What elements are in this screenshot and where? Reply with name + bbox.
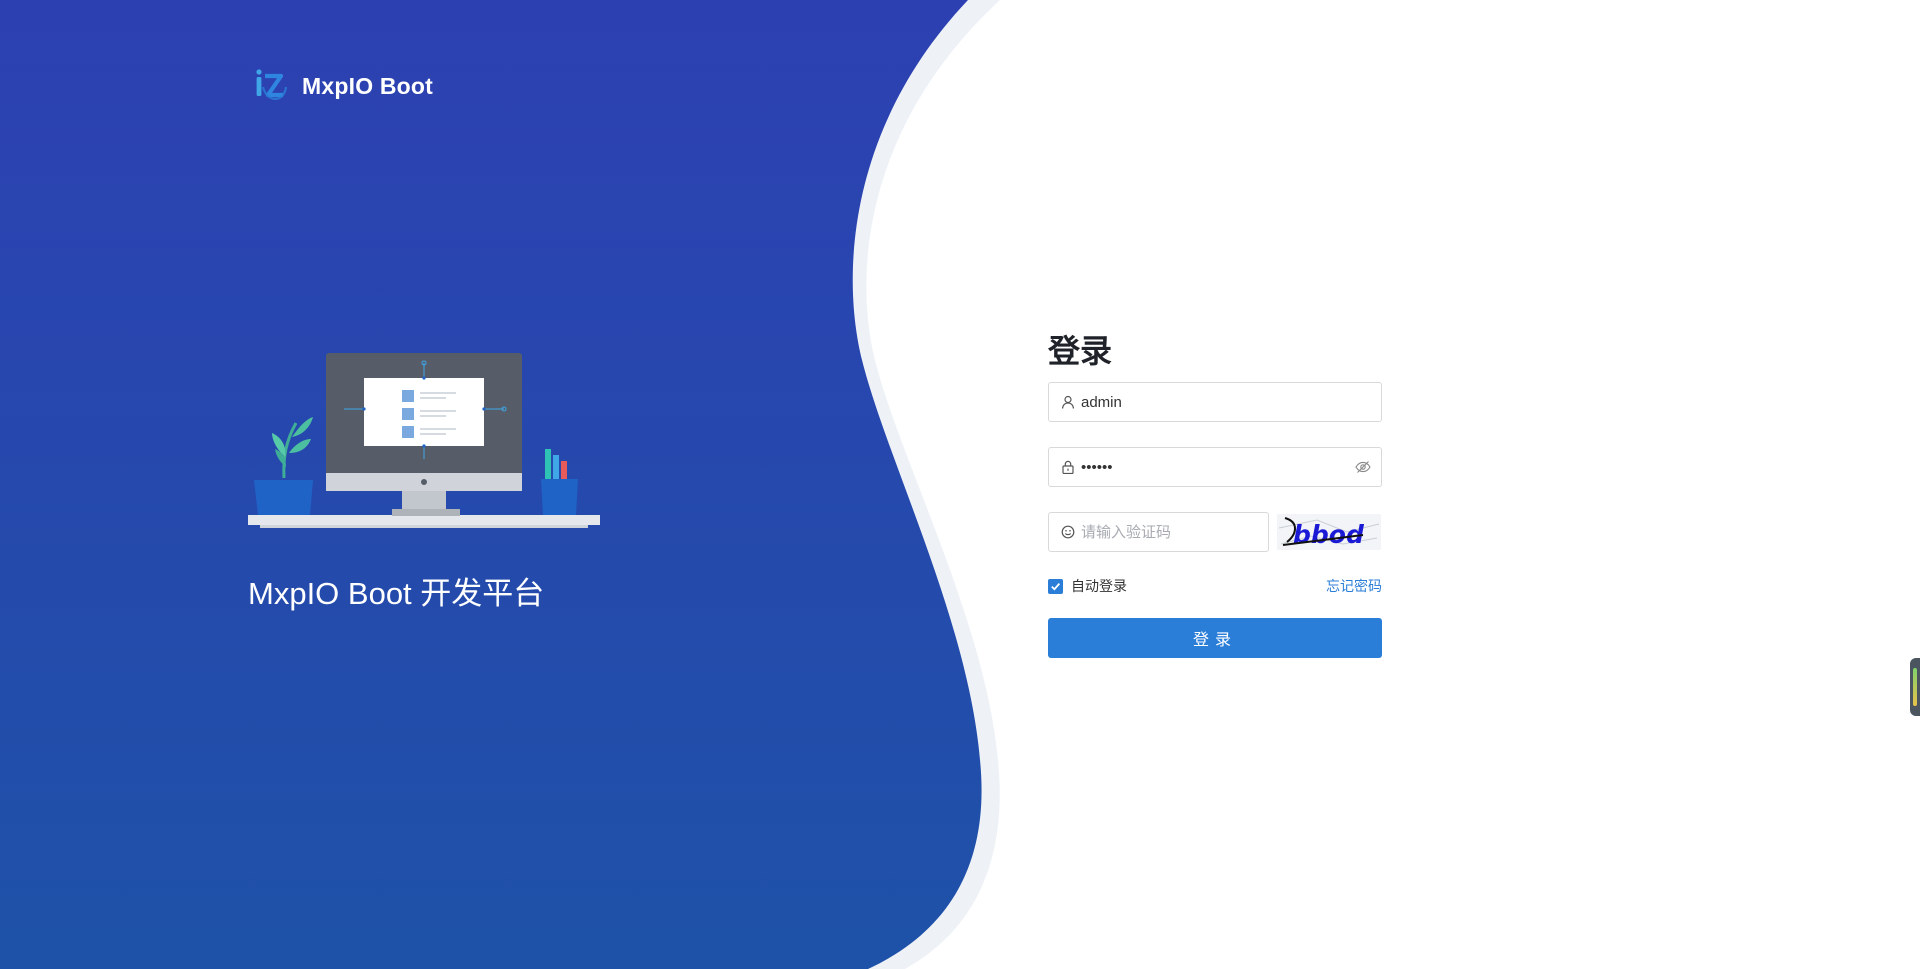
captcha-input[interactable] bbox=[1081, 514, 1280, 550]
checkbox-checked-icon[interactable] bbox=[1048, 578, 1063, 594]
lock-icon bbox=[1062, 460, 1074, 474]
username-input[interactable] bbox=[1081, 384, 1371, 420]
brand: MxpIO Boot bbox=[254, 66, 433, 106]
desktop-computer-illustration bbox=[248, 353, 600, 528]
password-input[interactable] bbox=[1081, 449, 1355, 485]
username-field[interactable] bbox=[1048, 382, 1382, 422]
captcha-icon bbox=[1061, 525, 1075, 539]
forgot-password-link[interactable]: 忘记密码 bbox=[1326, 576, 1382, 596]
login-form: 登录 admin 请输入验证码 bbod 自动登录 忘记密码 登录 bbox=[1048, 330, 1382, 658]
remember-me-checkbox[interactable]: 自动登录 bbox=[1048, 576, 1127, 596]
captcha-text: bbod bbox=[1293, 520, 1365, 549]
login-options: 自动登录 忘记密码 bbox=[1048, 576, 1382, 596]
login-title: 登录 bbox=[1048, 333, 1113, 369]
remember-me-label: 自动登录 bbox=[1071, 578, 1127, 594]
brand-name: MxpIO Boot bbox=[302, 72, 434, 99]
side-widget-indicator bbox=[1913, 668, 1917, 706]
login-page: MxpIO Boot MxpIO Boot 开发平台 登录 admin 请输入验… bbox=[0, 0, 1920, 969]
password-field[interactable] bbox=[1048, 447, 1382, 487]
user-icon bbox=[1061, 395, 1075, 409]
side-widget-tab[interactable] bbox=[1910, 658, 1920, 716]
login-button[interactable]: 登录 bbox=[1048, 618, 1382, 658]
brand-logo-icon bbox=[256, 69, 288, 101]
captcha-field[interactable] bbox=[1048, 512, 1280, 552]
captcha-image[interactable]: bbod bbox=[1277, 514, 1381, 550]
captcha-row: bbod bbox=[1048, 512, 1382, 552]
eye-off-icon[interactable] bbox=[1355, 460, 1371, 474]
platform-tagline: MxpIO Boot 开发平台 bbox=[248, 576, 545, 611]
